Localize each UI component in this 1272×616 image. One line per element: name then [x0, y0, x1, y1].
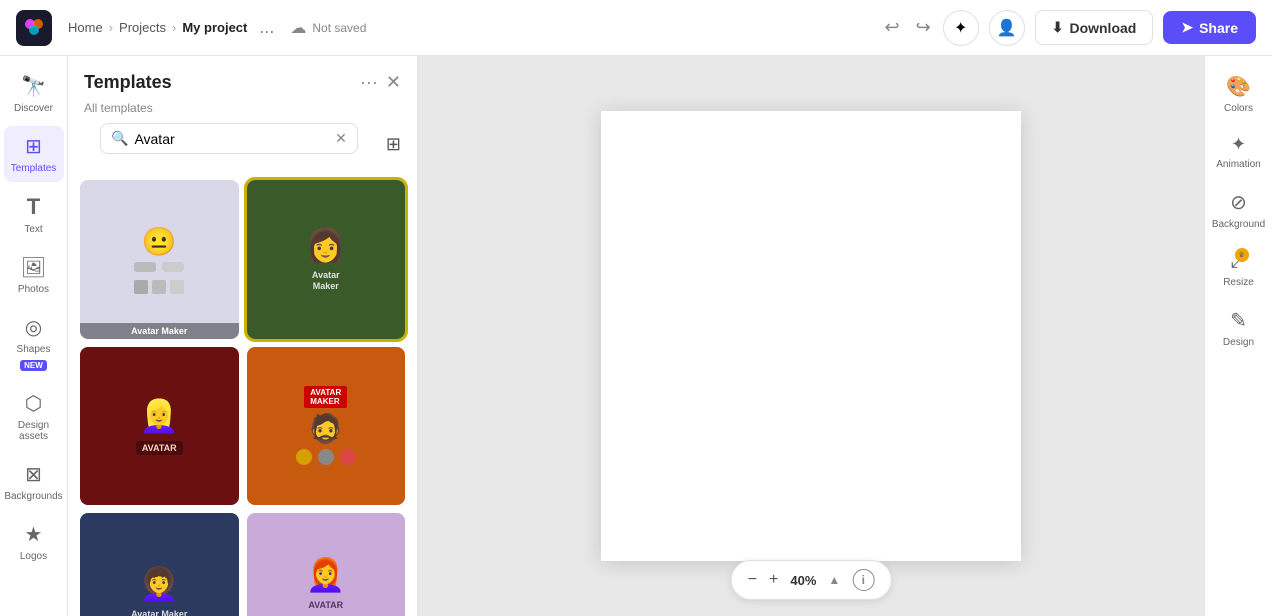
breadcrumb: Home › Projects › My project — [68, 20, 247, 35]
card-label-1: Avatar Maker — [80, 323, 239, 339]
sidebar-item-design-assets[interactable]: ⬡ Design assets — [4, 383, 64, 450]
sidebar-item-discover[interactable]: 🔭 Discover — [4, 66, 64, 122]
template-card-6[interactable]: 👩‍🦰 AVATAR — [247, 513, 406, 616]
search-row: 🔍 ✕ ⊞ — [84, 123, 401, 166]
zoom-in-button[interactable]: + — [769, 571, 778, 589]
design-label: Design — [1223, 337, 1254, 348]
photos-icon: 🖼 — [21, 255, 46, 280]
undo-button[interactable]: ↩ — [881, 13, 904, 42]
download-button[interactable]: ⬇ Download — [1035, 10, 1154, 45]
sidebar-label-backgrounds: Backgrounds — [4, 491, 62, 502]
backgrounds-icon: ⊠ — [25, 462, 42, 487]
discover-icon: 🔭 — [21, 74, 46, 99]
panel-close-button[interactable]: ✕ — [386, 72, 401, 93]
template-card-5[interactable]: 👩‍🦱 Avatar Maker — [80, 513, 239, 616]
right-panel: 🎨 Colors ✦ Animation ⊘ Background ⤢ ♛ Re… — [1204, 56, 1272, 616]
animation-icon: ✦ — [1231, 134, 1246, 155]
share-icon: ➤ — [1181, 19, 1193, 36]
sidebar-item-shapes[interactable]: ◎ Shapes NEW — [4, 307, 64, 379]
template-card-2[interactable]: 👩 AvatarMaker — [247, 180, 406, 339]
topbar-more-button[interactable]: ... — [259, 17, 274, 38]
right-panel-design[interactable]: ✎ Design — [1210, 302, 1268, 354]
undo-redo-group: ↩ ↪ — [881, 13, 935, 42]
breadcrumb-project[interactable]: My project — [182, 20, 247, 35]
share-button[interactable]: ➤ Share — [1163, 11, 1256, 44]
breadcrumb-projects[interactable]: Projects — [119, 20, 166, 35]
animation-label: Animation — [1216, 159, 1260, 170]
right-panel-colors[interactable]: 🎨 Colors — [1210, 68, 1268, 120]
crown-icon: ♛ — [1235, 248, 1249, 262]
logos-icon: ★ — [25, 522, 43, 547]
templates-grid: 😐 Avatar Maker — [68, 176, 417, 616]
panel-more-button[interactable]: ··· — [360, 72, 378, 93]
sidebar-item-text[interactable]: T Text — [4, 186, 64, 243]
template-card-4[interactable]: AVATARMAKER 🧔 — [247, 347, 406, 506]
search-icon: 🔍 — [111, 130, 128, 147]
save-status: ☁ Not saved — [290, 18, 366, 38]
text-icon: T — [27, 194, 40, 220]
canvas-document — [601, 111, 1021, 561]
grid-columns: 😐 Avatar Maker — [80, 180, 405, 616]
background-label: Background — [1212, 219, 1265, 230]
search-input[interactable] — [134, 131, 329, 147]
sidebar-label-text: Text — [24, 224, 42, 235]
new-badge: NEW — [20, 360, 47, 371]
info-button[interactable]: i — [852, 569, 874, 591]
avatar-button[interactable]: 👤 — [989, 10, 1025, 46]
design-icon: ✎ — [1230, 308, 1247, 333]
app-logo[interactable] — [16, 10, 52, 46]
topbar: Home › Projects › My project ... ☁ Not s… — [0, 0, 1272, 56]
clear-search-button[interactable]: ✕ — [335, 130, 347, 147]
sidebar-item-logos[interactable]: ★ Logos — [4, 514, 64, 570]
main-layout: 🔭 Discover ⊞ Templates T Text 🖼 Photos ◎… — [0, 56, 1272, 616]
zoom-value: 40% — [790, 573, 816, 588]
icon-sidebar: 🔭 Discover ⊞ Templates T Text 🖼 Photos ◎… — [0, 56, 68, 616]
zoom-expand-button[interactable]: ▲ — [828, 573, 840, 587]
sidebar-label-design-assets: Design assets — [8, 420, 60, 442]
template-card-1[interactable]: 😐 Avatar Maker — [80, 180, 239, 339]
cloud-icon: ☁ — [290, 18, 306, 38]
colors-icon: 🎨 — [1226, 74, 1251, 99]
templates-panel: Templates ··· ✕ All templates 🔍 ✕ ⊞ — [68, 56, 418, 616]
sidebar-label-photos: Photos — [18, 284, 49, 295]
resize-label: Resize — [1223, 277, 1254, 288]
sidebar-item-photos[interactable]: 🖼 Photos — [4, 247, 64, 303]
sidebar-item-templates[interactable]: ⊞ Templates — [4, 126, 64, 182]
magic-button[interactable]: ✦ — [943, 10, 979, 46]
shapes-icon: ◎ — [25, 315, 42, 340]
search-bar: 🔍 ✕ — [100, 123, 358, 154]
sidebar-label-templates: Templates — [11, 163, 57, 174]
right-panel-animation[interactable]: ✦ Animation — [1210, 128, 1268, 176]
topbar-right: ✦ 👤 ⬇ Download ➤ Share — [943, 10, 1256, 46]
redo-button[interactable]: ↪ — [912, 13, 935, 42]
templates-icon: ⊞ — [25, 134, 42, 159]
zoom-out-button[interactable]: − — [748, 571, 757, 589]
breadcrumb-home[interactable]: Home — [68, 20, 103, 35]
background-icon: ⊘ — [1230, 190, 1247, 215]
right-panel-background[interactable]: ⊘ Background — [1210, 184, 1268, 236]
panel-header: Templates ··· ✕ — [68, 56, 417, 101]
panel-title: Templates — [84, 72, 172, 93]
canvas-area[interactable]: − + 40% ▲ i — [418, 56, 1204, 616]
sidebar-item-backgrounds[interactable]: ⊠ Backgrounds — [4, 454, 64, 510]
template-card-3[interactable]: 👱‍♀️ AVATAR — [80, 347, 239, 506]
download-icon: ⬇ — [1052, 19, 1064, 36]
sidebar-label-logos: Logos — [20, 551, 47, 562]
design-assets-icon: ⬡ — [25, 391, 42, 416]
right-panel-resize[interactable]: ⤢ ♛ Resize — [1210, 244, 1268, 294]
sidebar-label-discover: Discover — [14, 103, 53, 114]
filter-button[interactable]: ⊞ — [386, 134, 401, 155]
colors-label: Colors — [1224, 103, 1253, 114]
zoom-toolbar: − + 40% ▲ i — [731, 560, 892, 600]
panel-subtitle: All templates — [68, 101, 417, 123]
sidebar-label-shapes: Shapes — [17, 344, 51, 355]
